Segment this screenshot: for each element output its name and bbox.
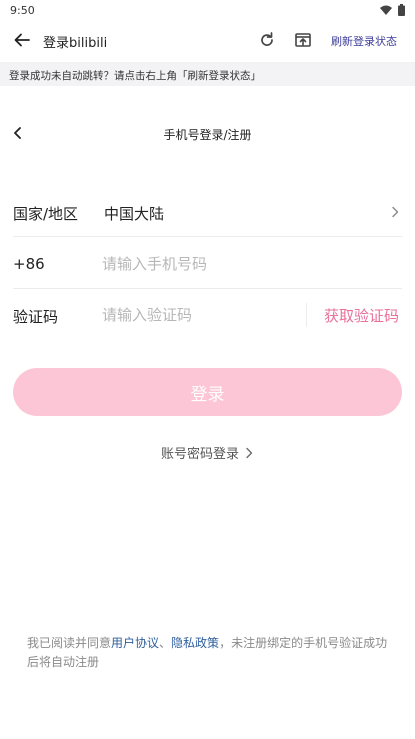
status-time: 9:50 <box>10 3 35 17</box>
agreement-text: 我已阅读并同意用户协议、隐私政策，未注册绑定的手机号验证成功后将自动注册 <box>27 634 389 672</box>
status-bar: 9:50 <box>0 0 415 20</box>
verification-code-row: 验证码 获取验证码 <box>0 289 415 340</box>
page-title: 手机号登录/注册 <box>163 128 252 142</box>
get-code-button[interactable]: 获取验证码 <box>324 305 399 326</box>
password-login-link[interactable]: 账号密码登录 <box>0 443 415 462</box>
page-header: 手机号登录/注册 <box>0 118 415 148</box>
chevron-right-icon <box>246 447 253 458</box>
phone-input[interactable] <box>102 251 382 277</box>
chevron-right-icon <box>392 206 399 218</box>
region-label: 国家/地区 <box>13 205 79 223</box>
phone-row: +86 <box>0 238 415 289</box>
code-label: 验证码 <box>13 308 59 326</box>
vertical-divider <box>306 303 307 327</box>
open-in-browser-icon[interactable] <box>293 30 313 50</box>
user-agreement-link[interactable]: 用户协议 <box>111 636 159 650</box>
refresh-icon[interactable] <box>257 30 277 50</box>
password-login-label: 账号密码登录 <box>160 447 239 462</box>
refresh-login-state-button[interactable]: 刷新登录状态 <box>331 33 397 49</box>
battery-icon <box>398 4 405 16</box>
login-button[interactable]: 登录 <box>13 368 402 416</box>
wifi-icon <box>380 5 392 15</box>
agreement-prefix: 我已阅读并同意 <box>27 636 112 650</box>
agreement-separator: 、 <box>159 636 172 650</box>
login-redirect-notice: 登录成功未自动跳转？请点击右上角「刷新登录状态」 <box>0 62 415 86</box>
verification-code-input[interactable] <box>102 302 292 328</box>
region-value: 中国大陆 <box>104 205 165 223</box>
privacy-policy-link[interactable]: 隐私政策 <box>171 636 219 650</box>
phone-prefix[interactable]: +86 <box>13 255 45 273</box>
region-selector[interactable]: 国家/地区 中国大陆 <box>0 186 415 237</box>
divider <box>13 236 402 237</box>
app-bar-title: 登录bilibili <box>43 36 108 51</box>
back-arrow-icon[interactable] <box>12 30 32 50</box>
app-bar: 登录bilibili 刷新登录状态 <box>0 20 415 62</box>
